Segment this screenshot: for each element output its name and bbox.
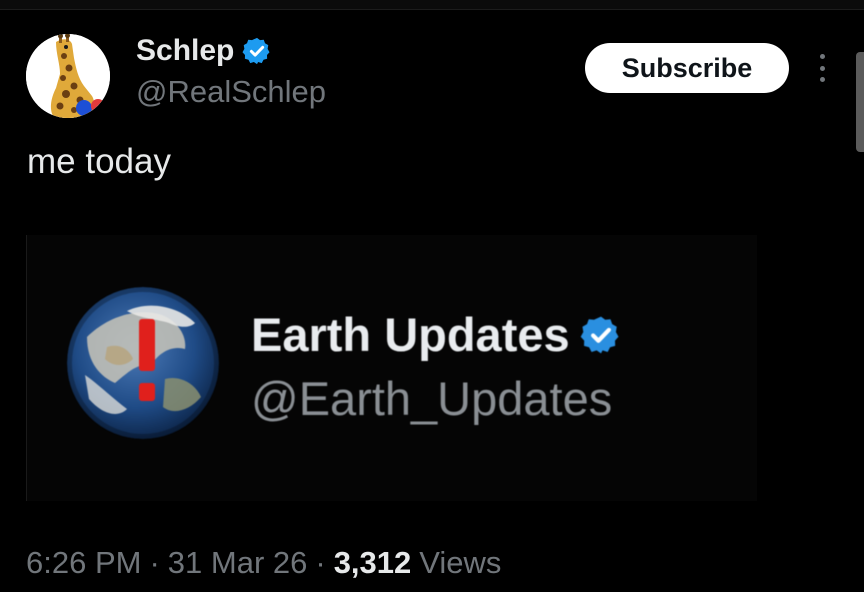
post-metadata: 6:26 PM · 31 Mar 26 · 3,312 Views [26,545,501,581]
views-count: 3,312 [333,545,412,580]
verified-badge-icon [242,37,270,65]
post-page: Schlep @RealSchlep Subscribe me today Ea… [0,0,864,592]
scrollbar[interactable] [856,52,864,152]
more-dot [819,77,825,82]
post-text: me today [27,142,171,181]
earth-globe-graphic [67,287,219,439]
author-name[interactable]: Schlep [136,34,272,68]
meta-separator: · [149,545,160,580]
earth-globe-image [67,287,219,439]
embedded-account-handle: @Earth_Updates [251,372,613,425]
more-dot [819,65,825,71]
post-media-image[interactable]: Earth Updates @Earth_Updates [26,235,757,501]
meta-separator: · [315,545,326,580]
views-label: Views [419,545,502,580]
author-avatar[interactable] [26,34,110,118]
author-handle[interactable]: @RealSchlep [136,74,326,110]
post-date[interactable]: 31 Mar 26 [168,545,308,581]
verified-badge-icon [580,316,619,353]
post-time[interactable]: 6:26 PM [26,545,141,581]
top-divider [0,0,864,10]
subscribe-button[interactable]: Subscribe [585,43,789,93]
embedded-account-name: Earth Updates [251,307,622,362]
giraffe-avatar-image [26,34,110,118]
embedded-account-name-text: Earth Updates [251,308,570,361]
author-name-text[interactable]: Schlep [136,34,234,68]
more-vertical-icon[interactable] [812,52,832,84]
more-dot [819,54,825,59]
